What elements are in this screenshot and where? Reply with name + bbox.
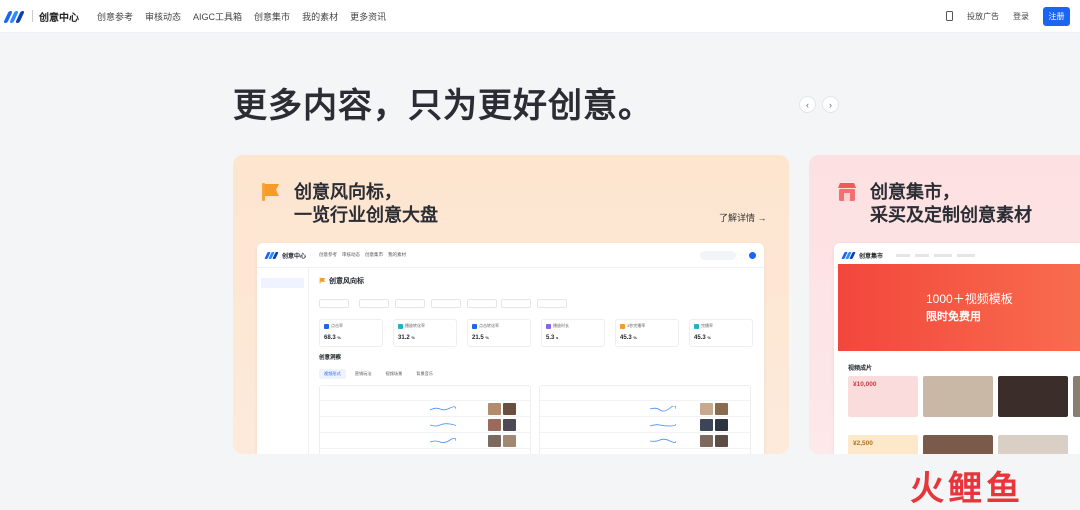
card-title: 创意风向标， 一览行业创意大盘 (294, 182, 438, 225)
top-nav: 创意中心 创意参考 审核动态 AIGC工具箱 创意集市 我的素材 更多资讯 投放… (0, 0, 1080, 33)
sidebar (257, 268, 309, 454)
menu-item-creative-reference[interactable]: 创意参考 (97, 10, 133, 23)
promo-banner: 1000＋视频模板 限时免费用 (838, 264, 1080, 351)
tab-marketing-play: 营销玩法 (354, 371, 372, 376)
learn-more-link[interactable]: 了解详情 → (719, 211, 767, 224)
mobile-icon[interactable] (946, 11, 953, 21)
hero-title: 更多内容，只为更好创意。 (233, 87, 653, 125)
stat-card: 点击率 68.3 % (319, 319, 383, 347)
section-title: 创意洞察 (319, 355, 342, 361)
stat-card: 点击转化率 21.5 % (467, 319, 531, 347)
video-tile (998, 435, 1068, 454)
product-screenshot-market: 创意集市 1000＋视频模板 限时免费用 视频成片 ¥10,000 ¥2,500 (834, 243, 1080, 454)
filter-bar (319, 299, 759, 309)
video-tile (1073, 376, 1080, 417)
video-tile (923, 435, 993, 454)
menu-item-more-news[interactable]: 更多资讯 (350, 10, 386, 23)
shop-icon (838, 183, 856, 201)
stat-card: 播放时长 5.3 s (541, 319, 605, 347)
stat-card: 完播率 45.3 % (689, 319, 753, 347)
chevron-right-icon: › (829, 99, 832, 110)
watermark: 火鲤鱼 (910, 470, 1024, 508)
video-tile (923, 376, 993, 417)
menu-item-aigc-toolbox[interactable]: AIGC工具箱 (193, 10, 242, 23)
flag-icon (319, 277, 326, 284)
tab-video-scene: 视频场景 (385, 371, 403, 376)
stat-card: 播放转化率 31.2 % (393, 319, 457, 347)
login-link[interactable]: 登录 (1013, 11, 1029, 22)
register-button[interactable]: 注册 (1043, 6, 1070, 26)
brand-name: 创意中心 (39, 12, 79, 24)
video-tile (998, 376, 1068, 417)
stat-card: 3秒完播率 45.3 % (615, 319, 679, 347)
brand-logo[interactable]: 创意中心 (3, 9, 79, 24)
product-screenshot-trends: 创意中心 创意参考 审核动态 创意集市 我的素材 创意风向标 点击率 68.3 %… (257, 243, 764, 454)
data-table-left (319, 385, 531, 454)
chevron-left-icon: ‹ (806, 99, 809, 110)
flag-icon (262, 183, 279, 201)
section-title: 视频成片 (848, 366, 873, 372)
brand-logo-icon (3, 9, 26, 23)
nav-right: 投放广告 登录 注册 (946, 6, 1070, 26)
brand-logo-icon (264, 251, 279, 259)
tab-video-format: 视频形式 (319, 369, 346, 379)
video-tile: ¥2,500 (848, 435, 918, 454)
video-tile: ¥10,000 (848, 376, 918, 417)
data-table-right (539, 385, 751, 454)
menu-item-review-updates[interactable]: 审核动态 (145, 10, 181, 23)
advertise-link[interactable]: 投放广告 (967, 11, 999, 22)
screenshot-title: 创意风向标 (329, 278, 364, 285)
tab-background-music: 背景音乐 (416, 371, 434, 376)
carousel-prev-button[interactable]: ‹ (799, 96, 816, 113)
menu-item-my-materials[interactable]: 我的素材 (302, 10, 338, 23)
brand-logo-icon (841, 251, 856, 259)
carousel-next-button[interactable]: › (822, 96, 839, 113)
card-title: 创意集市， 采买及定制创意素材 (870, 182, 1032, 225)
feature-card-market[interactable]: 创意集市， 采买及定制创意素材 创意集市 1000＋视频模板 限时免费用 视频成… (809, 155, 1080, 454)
main-menu: 创意参考 审核动态 AIGC工具箱 创意集市 我的素材 更多资讯 (97, 10, 386, 23)
feature-card-trends[interactable]: 创意风向标， 一览行业创意大盘 了解详情 → 创意中心 创意参考 审核动态 创意… (233, 155, 789, 454)
insight-tabs: 视频形式 营销玩法 视频场景 背景音乐 (319, 369, 438, 379)
menu-item-creative-market[interactable]: 创意集市 (254, 10, 290, 23)
